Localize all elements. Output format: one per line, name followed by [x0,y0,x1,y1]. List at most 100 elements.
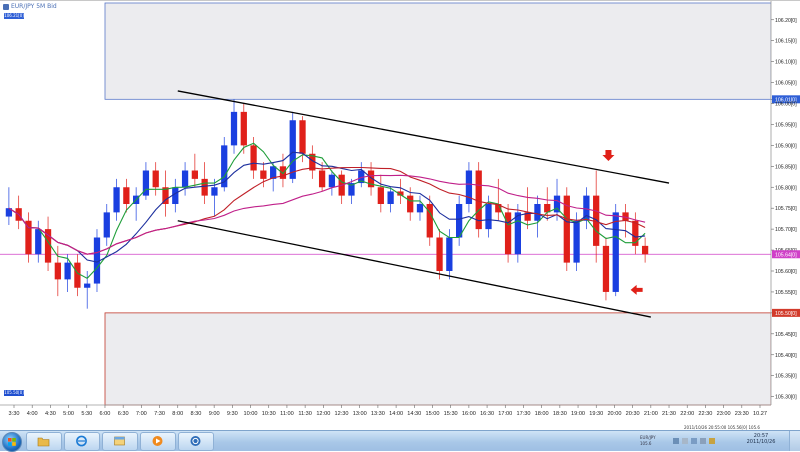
y-tick-label: 105.75[0] [775,206,797,212]
candle-body [416,204,424,213]
candle-body [573,220,580,263]
x-tick-label: 13:00 [353,411,367,417]
candle-body [641,245,649,255]
taskbar-media-button[interactable] [140,432,176,451]
taskbar-trading-app-button[interactable] [178,432,214,451]
candle-body [260,170,267,179]
y-tick-label: 105.80[0] [775,185,797,191]
x-tick-label: 7:30 [154,411,165,417]
candle-body [191,170,198,179]
candle-body [279,166,287,179]
y-tick-label: 105.35[0] [775,374,797,380]
candle-body [84,283,91,288]
candle-body [152,170,159,188]
x-tick-label: 23:30 [735,411,749,417]
candle-body [54,262,61,280]
windows-icon [8,438,16,446]
x-tick-label: 17:00 [498,411,512,417]
x-tick-label: 22:30 [698,411,712,417]
trend-channel-lower [177,220,651,318]
x-tick-label: 21:30 [662,411,676,417]
upper-range-box [104,2,772,100]
y-tick-label: 105.45[0] [775,332,797,338]
candle-body [181,170,189,188]
candle-body [602,245,610,292]
candle-body [172,187,179,204]
show-desktop-button[interactable] [789,431,800,451]
candle-body [456,204,463,238]
down-arrow-icon [602,149,615,161]
candle-body [201,178,208,196]
x-tick-label: 17:30 [516,411,530,417]
current-price-label: 105.64[0] [775,252,797,258]
y-tick-label: 105.30[0] [775,395,797,401]
candle-body [35,229,42,255]
bottom-level-price-label: 105.50[0] [775,311,797,317]
price-chart[interactable]: 106.20[0] 106.15[0] 106.10[0] 106.05[0] 106.… [0,1,800,431]
x-tick-label: 16:00 [462,411,476,417]
taskbar: EUR/JPY 105.6 20:57 2011/10/26 [0,430,800,452]
x-tick-label: 10:00 [244,411,258,417]
x-tick-label: 18:00 [535,411,549,417]
x-tick-label: 5:00 [63,411,74,417]
taskbar-folder-button[interactable] [26,432,62,451]
tray-symbol: EUR/JPY [640,435,656,440]
y-tick-label: 105.60[0] [775,269,797,275]
y-tick-label: 105.70[0] [775,227,797,233]
x-tick-label: 4:30 [45,411,56,417]
y-tick-label: 105.95[0] [775,122,797,128]
x-tick-label: 14:30 [407,411,421,417]
network-icon [673,438,679,444]
y-tick-label: 105.85[0] [775,164,797,170]
candle-body [123,187,130,204]
x-tick-label: 23:00 [717,411,731,417]
y-tick-label: 106.15[0] [775,39,797,45]
x-tick-label: 11:00 [280,411,294,417]
candle-body [289,120,296,179]
start-button[interactable] [2,432,22,452]
chart-window[interactable]: EUR/JPY 5M Bid 106.21[0] 105.50[0] 106.2… [0,0,800,431]
taskbar-explorer-button[interactable] [102,432,138,451]
x-tick-label: 4:00 [27,411,38,417]
x-tick-label: 10:30 [262,411,276,417]
x-tick-label: 3:30 [9,411,20,417]
x-tick-label: 20:30 [626,411,640,417]
x-tick-label: 9:00 [209,411,220,417]
x-tick-label: 11:30 [298,411,312,417]
flag-icon [682,438,688,444]
x-tick-label: 6:00 [100,411,111,417]
y-tick-label: 105.55[0] [775,290,797,296]
x-tick-label: 20:00 [607,411,621,417]
candle-body [514,212,521,255]
candle-body [407,195,414,213]
folder-icon [37,437,50,447]
tray-price: 105.6 [640,441,652,446]
x-tick-label: 12:30 [335,411,349,417]
x-tick-label: 21:00 [644,411,658,417]
x-tick-label: 13:30 [371,411,385,417]
candle-body [25,220,32,255]
x-tick-label: 16:30 [480,411,494,417]
candle-body [74,262,81,288]
x-tick-label: 15:30 [444,411,458,417]
security-icon [709,438,715,444]
candle-body [240,111,247,146]
x-tick-label: 10.27 [753,411,767,417]
keyboard-icon [700,438,706,444]
candle-body [446,237,453,271]
x-tick-label: 5:30 [81,411,92,417]
y-tick-label: 106.10[0] [775,60,797,66]
clock-date: 2011/10/26 [746,439,776,445]
candle-body [612,212,619,292]
internet-explorer-icon [76,435,87,447]
x-tick-label: 19:30 [589,411,603,417]
tray-icons[interactable] [673,437,733,446]
volume-icon [691,438,697,444]
candle-body [230,111,238,146]
taskbar-browser-button[interactable] [64,432,100,451]
candle-body [113,187,120,213]
clock[interactable]: 20:57 2011/10/26 [736,433,786,445]
trading-app-icon [190,436,201,446]
candle-body [377,187,384,204]
candle-body [436,237,443,271]
